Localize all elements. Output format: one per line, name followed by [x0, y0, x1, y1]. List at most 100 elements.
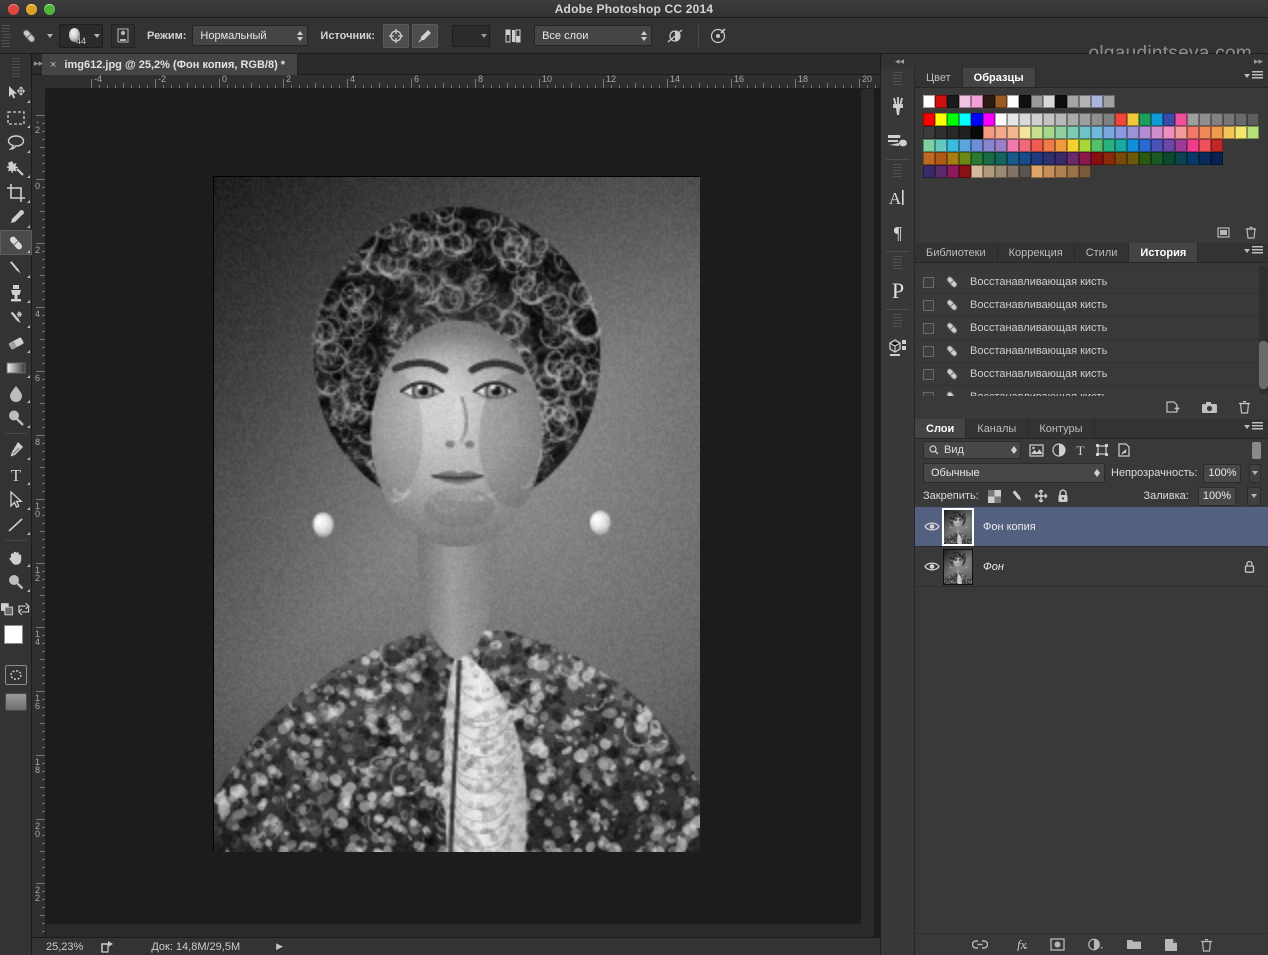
- share-icon[interactable]: [101, 940, 115, 953]
- tab-adjustments[interactable]: Коррекция: [998, 243, 1075, 262]
- color-swatch[interactable]: [1055, 139, 1067, 152]
- color-swatch[interactable]: [1067, 113, 1079, 126]
- color-swatch[interactable]: [1007, 126, 1019, 139]
- opacity-stepper[interactable]: [1249, 464, 1261, 483]
- rail-grip[interactable]: [893, 164, 902, 178]
- color-swatch[interactable]: [959, 165, 971, 178]
- type-filter-icon[interactable]: T: [1074, 443, 1087, 457]
- paths-rail-icon[interactable]: P: [881, 273, 915, 307]
- sidebar-item-magic-wand-tool[interactable]: [0, 155, 32, 180]
- color-swatch[interactable]: [1067, 152, 1079, 165]
- sidebar-item-clone-stamp-tool[interactable]: [0, 280, 32, 305]
- history-snapshot-checkbox[interactable]: [923, 277, 934, 288]
- color-swatch[interactable]: [1115, 126, 1127, 139]
- sidebar-item-dodge-tool[interactable]: [0, 405, 32, 430]
- tool-more-icon[interactable]: [27, 375, 30, 378]
- color-swatch[interactable]: [923, 152, 935, 165]
- color-swatch[interactable]: [1199, 113, 1211, 126]
- tab-history[interactable]: История: [1129, 243, 1198, 262]
- layer-row[interactable]: Фон копия: [915, 507, 1268, 547]
- color-swatch[interactable]: [1091, 113, 1103, 126]
- tool-more-icon[interactable]: [27, 350, 30, 353]
- canvas-area[interactable]: [46, 89, 880, 937]
- color-swatch[interactable]: [959, 152, 971, 165]
- history-snapshot-checkbox[interactable]: [923, 323, 934, 334]
- color-swatch[interactable]: [971, 95, 983, 108]
- fill-stepper[interactable]: [1247, 487, 1261, 506]
- layer-name[interactable]: Фон: [983, 561, 1004, 573]
- new-layer-icon[interactable]: [1164, 938, 1178, 952]
- layer-visibility-eye-icon[interactable]: [921, 561, 943, 572]
- sidebar-item-healing-brush-tool[interactable]: [0, 230, 32, 255]
- color-swatch[interactable]: [1091, 126, 1103, 139]
- tool-more-icon[interactable]: [27, 175, 30, 178]
- color-swatch[interactable]: [947, 139, 959, 152]
- panel-menu-icon[interactable]: [1244, 246, 1263, 255]
- color-swatch[interactable]: [1163, 126, 1175, 139]
- color-swatch[interactable]: [1067, 95, 1079, 108]
- history-state-row[interactable]: Восстанавливающая кисть: [915, 386, 1268, 396]
- tool-more-icon[interactable]: [27, 507, 30, 510]
- tab-paths[interactable]: Контуры: [1028, 419, 1094, 438]
- panel-menu-icon[interactable]: [1244, 422, 1263, 431]
- smartobject-filter-icon[interactable]: [1117, 443, 1131, 457]
- sample-all-layers-icon[interactable]: [500, 24, 526, 48]
- color-swatch[interactable]: [1043, 152, 1055, 165]
- brush-preset-picker[interactable]: 44: [59, 24, 103, 48]
- character-rail-icon[interactable]: A: [881, 181, 915, 215]
- color-swatch[interactable]: [935, 165, 947, 178]
- tab-swatches[interactable]: Образцы: [963, 68, 1036, 87]
- screen-mode-icon[interactable]: [5, 693, 27, 711]
- color-swatch[interactable]: [1211, 113, 1223, 126]
- color-swatch[interactable]: [1127, 126, 1139, 139]
- source-sample-eyedropper-button[interactable]: [412, 24, 438, 48]
- color-swatch[interactable]: [971, 113, 983, 126]
- color-swatch[interactable]: [1175, 139, 1187, 152]
- color-swatch[interactable]: [1235, 113, 1247, 126]
- document-image[interactable]: [213, 176, 699, 851]
- color-swatch[interactable]: [1007, 113, 1019, 126]
- brush-panel-toggle-button[interactable]: [111, 24, 135, 48]
- swap-colors-icon[interactable]: [16, 602, 32, 616]
- layer-list[interactable]: Фон копия Фон: [915, 507, 1268, 587]
- color-swatch[interactable]: [1247, 126, 1259, 139]
- color-swatch[interactable]: [1055, 113, 1067, 126]
- color-swatch[interactable]: [1151, 139, 1163, 152]
- color-swatch[interactable]: [983, 165, 995, 178]
- color-swatch[interactable]: [1055, 152, 1067, 165]
- select-spinner-icon[interactable]: [287, 31, 303, 41]
- default-colors-icon[interactable]: [0, 602, 16, 616]
- ruler-corner[interactable]: [32, 75, 46, 89]
- pressure-for-size-icon[interactable]: [705, 24, 731, 48]
- layer-name[interactable]: Фон копия: [983, 521, 1036, 533]
- color-swatch[interactable]: [1043, 113, 1055, 126]
- adjustment-layer-icon[interactable]: [1087, 938, 1104, 951]
- tool-more-icon[interactable]: [27, 325, 30, 328]
- sidebar-item-path-selection-tool[interactable]: [0, 487, 32, 512]
- color-swatch[interactable]: [959, 126, 971, 139]
- sidebar-item-type-tool[interactable]: T: [0, 462, 32, 487]
- color-swatch[interactable]: [995, 165, 1007, 178]
- select-spinner-icon[interactable]: [631, 31, 647, 41]
- sidebar-item-lasso-tool[interactable]: [0, 130, 32, 155]
- color-swatch[interactable]: [1103, 139, 1115, 152]
- filter-enable-toggle[interactable]: [1252, 442, 1261, 459]
- tab-libraries[interactable]: Библиотеки: [915, 243, 998, 262]
- color-swatch[interactable]: [947, 165, 959, 178]
- color-swatch[interactable]: [947, 113, 959, 126]
- color-swatch[interactable]: [1031, 165, 1043, 178]
- layer-thumbnail[interactable]: [943, 509, 973, 545]
- color-swatch[interactable]: [1007, 139, 1019, 152]
- panel-menu-icon[interactable]: [1244, 71, 1263, 80]
- color-swatch[interactable]: [1031, 95, 1043, 108]
- tool-more-icon[interactable]: [27, 225, 30, 228]
- color-swatch[interactable]: [1223, 113, 1235, 126]
- tool-preset-chevron-icon[interactable]: [47, 34, 53, 38]
- tool-more-icon[interactable]: [27, 200, 30, 203]
- color-swatch[interactable]: [1019, 113, 1031, 126]
- color-swatch[interactable]: [1079, 126, 1091, 139]
- color-swatch[interactable]: [983, 152, 995, 165]
- lock-all-icon[interactable]: [1057, 489, 1069, 503]
- opacity-value[interactable]: 100%: [1203, 464, 1241, 483]
- color-swatch[interactable]: [995, 113, 1007, 126]
